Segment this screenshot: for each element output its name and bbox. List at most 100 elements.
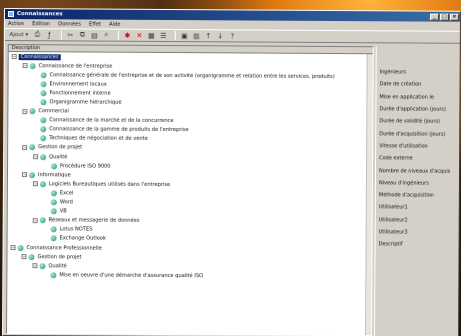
star-icon[interactable]: ✱ (123, 31, 132, 40)
knowledge-node-icon (29, 62, 36, 69)
tree-row-label: Réseaux et messagerie de données (48, 217, 140, 225)
tree-row-label: Organigramme hiérarchique (49, 99, 122, 106)
toolbar: Ajout ▾ ⎙ ƒ ✂ ⧉ ▤ ⌕ ✱ ✕ ▦ ☰ ▣ ▥ ↑ ↓ ? (4, 28, 460, 44)
copy-icon[interactable]: ⧉ (78, 30, 87, 39)
knowledge-node-icon (50, 235, 57, 242)
tree-row-label: Mise en oeuvre d'une démarche d'assuranc… (59, 272, 204, 280)
tree-row-label: Qualité (49, 153, 68, 160)
list-icon[interactable]: ☰ (159, 31, 168, 40)
property-label: Ingénieurs (379, 69, 406, 76)
delete-icon[interactable]: ✕ (135, 31, 144, 40)
print-icon[interactable]: ⎙ (33, 30, 42, 39)
knowledge-node-icon (40, 126, 47, 133)
tree-row-label: Lotus NOTES (59, 226, 93, 233)
toolbar-separator (174, 31, 176, 41)
properties-list: Ingénieurs Date de création Mise en applic… (376, 66, 460, 251)
knowledge-node-icon (50, 190, 57, 197)
expand-toggle-icon[interactable]: − (21, 254, 27, 260)
cut-icon[interactable]: ✂ (66, 30, 75, 39)
knowledge-node-icon (40, 117, 47, 124)
expand-toggle-icon[interactable]: − (33, 154, 39, 160)
expand-toggle-icon[interactable]: − (22, 108, 28, 114)
down-arrow-icon[interactable]: ↓ (216, 31, 225, 40)
knowledge-node-icon (29, 108, 36, 115)
knowledge-node-icon (50, 199, 57, 206)
property-label: Code externe (379, 155, 413, 162)
tree-row[interactable]: Mise en oeuvre d'une démarche d'assuranc… (7, 270, 371, 281)
toolbar-separator (117, 30, 119, 40)
tree-rows: − Connaissances − Connaissance de l'entrepr… (7, 52, 372, 282)
up-arrow-icon[interactable]: ↑ (204, 31, 213, 40)
filter-icon[interactable]: ƒ (45, 30, 54, 39)
property-label: Durée de validité (jours) (379, 118, 441, 125)
help-icon[interactable]: ? (228, 31, 237, 40)
expand-toggle-icon[interactable]: − (10, 245, 16, 251)
properties-pane: Ingénieurs Date de création Mise en applic… (374, 46, 460, 336)
knowledge-node-icon (39, 262, 46, 269)
knowledge-node-icon (40, 153, 47, 160)
find-icon[interactable]: ⌕ (102, 31, 111, 40)
property-label: Durée d'acquisition (jours) (379, 130, 446, 138)
property-label: Méthode d'acquisition (378, 192, 434, 199)
tree-row-label: Informatique (37, 171, 71, 179)
knowledge-node-icon (50, 208, 57, 215)
tree-row-label: Gestion de projet (37, 253, 82, 261)
property-label: Durée d'application (jours) (379, 106, 447, 113)
close-button[interactable]: × (449, 13, 459, 21)
tree-row-label: Techniques de négociation et de vente (49, 135, 148, 143)
tree-row-label: Fonctionnement interne (49, 90, 111, 97)
tree-row-label: Connaissance de la gamme de produits de … (49, 126, 189, 134)
menu-edition[interactable]: Edition (32, 21, 50, 27)
add-button[interactable]: Ajout ▾ (8, 30, 30, 39)
grid-icon[interactable]: ▥ (192, 31, 201, 40)
expand-toggle-icon[interactable]: − (32, 181, 38, 187)
tree-view[interactable]: Description − Connaissances − Connaissance … (6, 44, 374, 336)
expand-toggle-icon[interactable]: − (11, 54, 17, 60)
tree-row-label: VB (59, 208, 67, 215)
knowledge-node-icon (17, 244, 24, 251)
knowledge-node-icon (51, 162, 58, 169)
property-label: Nombre de niveaux d'acquis (378, 167, 451, 175)
menu-aide[interactable]: Aide (109, 21, 121, 27)
expand-toggle-icon[interactable]: − (32, 217, 38, 223)
tree-row-label: Gestion de projet (38, 144, 83, 151)
maximize-button[interactable]: □ (439, 13, 449, 21)
expand-toggle-icon[interactable]: − (21, 172, 27, 178)
property-label: Utilisateur2 (378, 216, 408, 224)
tree-row-label: Connaissance Professionnelle (26, 244, 102, 252)
tree-row-label: Exchange Outlook (59, 235, 106, 243)
knowledge-node-icon (29, 144, 36, 151)
menu-effet[interactable]: Effet (89, 21, 101, 27)
expand-toggle-icon[interactable]: − (32, 263, 38, 269)
property-label: Descriptif (378, 241, 403, 248)
window-title: Connaissances (16, 11, 63, 18)
property-label: Date de création (379, 81, 422, 88)
knowledge-node-icon (40, 71, 47, 78)
knowledge-node-icon (39, 217, 46, 224)
tree-row-label: Connaissances (18, 53, 61, 60)
property-label: Mise en application le (379, 94, 434, 101)
paste-icon[interactable]: ▤ (90, 31, 99, 40)
knowledge-node-icon (28, 253, 35, 260)
tree-row-label: Commercial (38, 108, 69, 115)
knowledge-node-icon (40, 81, 47, 88)
menu-donnees[interactable]: Données (58, 21, 81, 27)
application-window: Connaissances _ □ × Action Edition Donné… (1, 8, 461, 336)
minimize-button[interactable]: _ (429, 13, 439, 21)
tree-row-label: Connaissance générale de l'entreprise et… (49, 72, 335, 80)
expand-toggle-icon[interactable]: − (22, 63, 28, 69)
tree-row-label: Word (59, 199, 73, 206)
property-label: Utilisateur1 (378, 204, 408, 211)
knowledge-node-icon (40, 90, 47, 97)
expand-toggle-icon[interactable]: − (22, 145, 28, 151)
properties-icon[interactable]: ▦ (147, 31, 156, 40)
knowledge-node-icon (39, 181, 46, 188)
property-label: Utilisateur3 (378, 229, 408, 236)
knowledge-node-icon (40, 135, 47, 142)
tree-scrollbar[interactable] (365, 54, 373, 336)
menu-action[interactable]: Action (8, 21, 24, 27)
tree-row-label: Excel (59, 190, 74, 197)
view-icon[interactable]: ▣ (180, 31, 189, 40)
knowledge-node-icon (50, 226, 57, 233)
knowledge-node-icon (50, 272, 57, 279)
